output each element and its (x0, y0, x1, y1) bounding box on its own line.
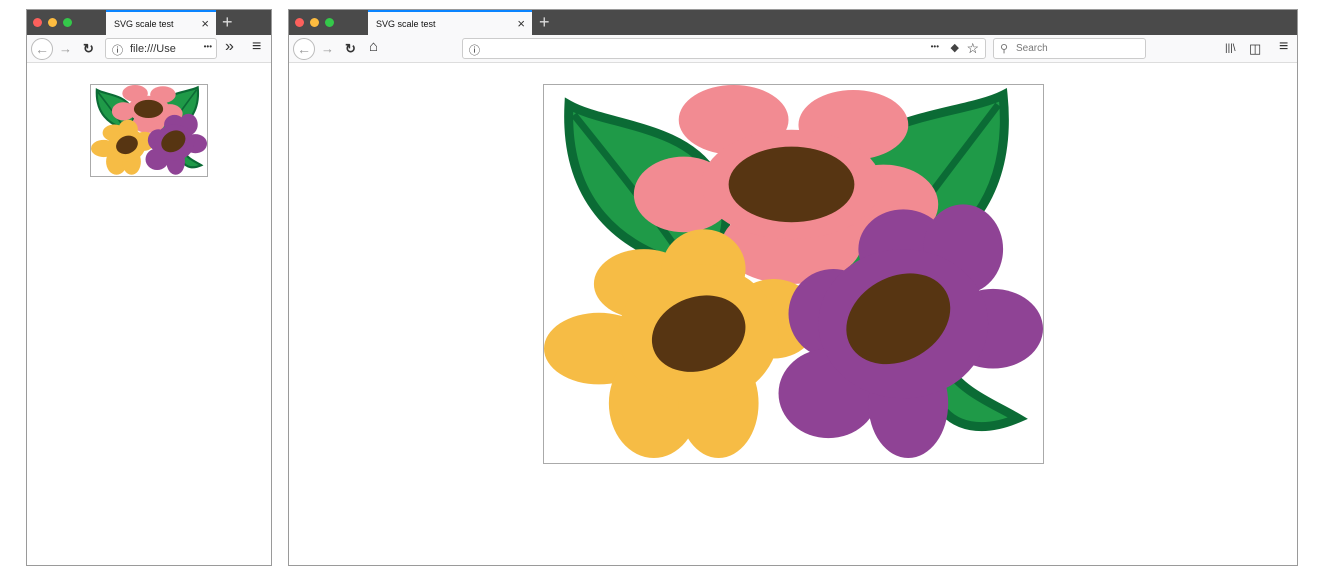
window-controls (295, 18, 334, 27)
home-button[interactable]: ⌂ (369, 39, 378, 55)
tab-title: SVG scale test (114, 19, 174, 29)
tab-bar: SVG scale test × + (289, 10, 1297, 35)
overflow-icon[interactable]: » (225, 39, 234, 55)
page-actions-icon[interactable]: ••• (204, 42, 212, 51)
sidebar-icon[interactable]: ◫ (1249, 41, 1261, 57)
maximize-window-button[interactable] (63, 18, 72, 27)
search-input[interactable]: ⚲ Search (993, 38, 1146, 59)
back-button[interactable]: ← (293, 38, 315, 60)
menu-icon[interactable]: ≡ (1279, 39, 1288, 55)
forward-button[interactable]: → (321, 41, 334, 57)
tab-bar: SVG scale test × + (27, 10, 271, 35)
maximize-window-button[interactable] (325, 18, 334, 27)
url-bar[interactable]: ⓘ file:///Use ••• (105, 38, 217, 59)
info-icon[interactable]: ⓘ (112, 42, 123, 58)
close-tab-icon[interactable]: × (201, 16, 209, 31)
nav-toolbar: ← → ↻ ⌂ ⓘ ••• ◆ ☆ ⚲ Search |||\ ◫ ≡ (289, 35, 1297, 63)
reload-button[interactable]: ↻ (83, 41, 94, 57)
back-button[interactable]: ← (31, 38, 53, 60)
browser-window-large: SVG scale test × + ← → ↻ ⌂ ⓘ ••• ◆ ☆ ⚲ S… (288, 9, 1298, 566)
search-placeholder: Search (1016, 43, 1048, 54)
bookmark-star-icon[interactable]: ☆ (966, 40, 979, 57)
browser-window-small: SVG scale test × + ← → ↻ ⓘ file:///Use •… (26, 9, 272, 566)
minimize-window-button[interactable] (48, 18, 57, 27)
tab-title: SVG scale test (376, 19, 436, 29)
close-window-button[interactable] (295, 18, 304, 27)
url-bar[interactable]: ⓘ ••• ◆ ☆ (462, 38, 986, 59)
tab-svg-scale-test[interactable]: SVG scale test × (106, 10, 216, 35)
flower-svg-image-large (543, 84, 1044, 464)
new-tab-button[interactable]: + (539, 12, 550, 33)
pocket-icon[interactable]: ◆ (951, 41, 959, 54)
window-controls (33, 18, 72, 27)
close-window-button[interactable] (33, 18, 42, 27)
reload-button[interactable]: ↻ (345, 41, 356, 57)
forward-button[interactable]: → (59, 41, 72, 57)
nav-toolbar: ← → ↻ ⓘ file:///Use ••• » ≡ (27, 35, 271, 63)
flower-svg-image-small (90, 84, 208, 177)
search-icon: ⚲ (1000, 43, 1009, 55)
library-icon[interactable]: |||\ (1225, 41, 1236, 57)
close-tab-icon[interactable]: × (517, 16, 525, 31)
page-actions-icon[interactable]: ••• (931, 42, 939, 51)
url-text: file:///Use (130, 43, 176, 55)
tab-svg-scale-test[interactable]: SVG scale test × (368, 10, 532, 35)
menu-icon[interactable]: ≡ (252, 39, 261, 55)
minimize-window-button[interactable] (310, 18, 319, 27)
info-icon[interactable]: ⓘ (469, 42, 480, 58)
new-tab-button[interactable]: + (222, 12, 233, 33)
